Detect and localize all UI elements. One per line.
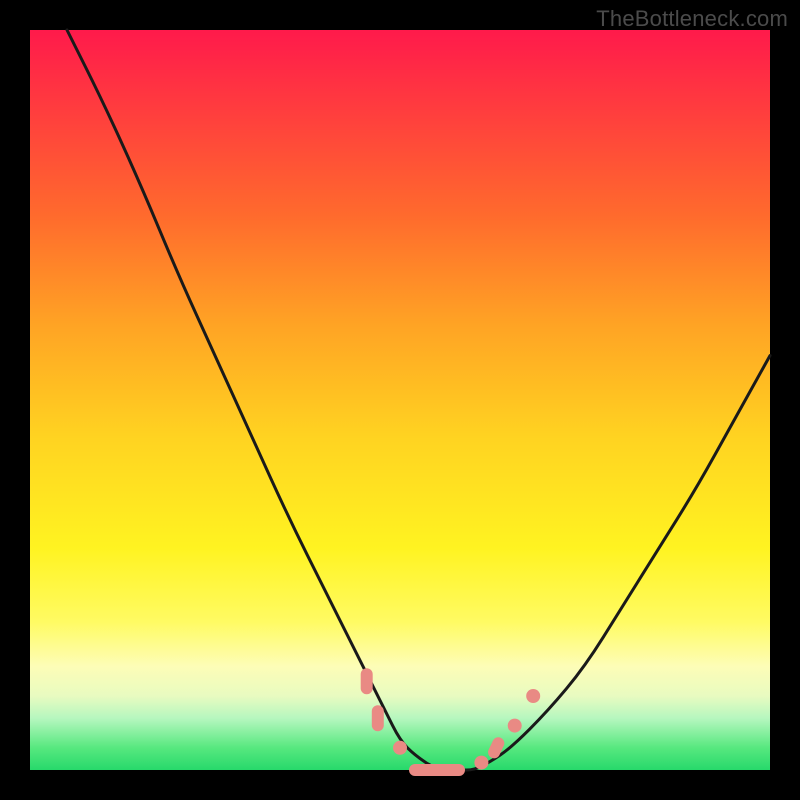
- curve-marker: [508, 719, 522, 733]
- curve-marker: [486, 735, 506, 760]
- curve-marker: [526, 689, 540, 703]
- chart-frame: TheBottleneck.com: [0, 0, 800, 800]
- curve-marker: [372, 705, 384, 731]
- bottleneck-curve-svg: [30, 30, 770, 770]
- curve-marker: [393, 741, 407, 755]
- curve-marker: [361, 668, 373, 694]
- curve-marker: [409, 764, 465, 776]
- watermark-text: TheBottleneck.com: [596, 6, 788, 32]
- plot-area: [30, 30, 770, 770]
- curve-markers: [361, 668, 541, 776]
- curve-path-group: [67, 30, 770, 770]
- bottleneck-curve: [67, 30, 770, 770]
- curve-marker: [474, 756, 488, 770]
